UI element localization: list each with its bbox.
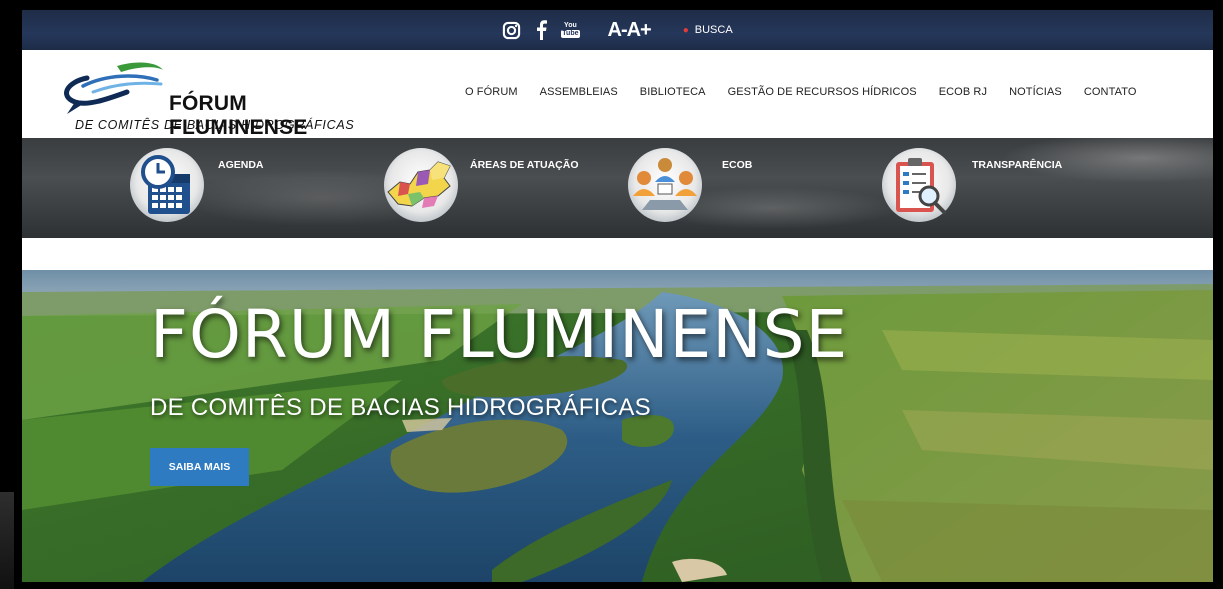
meeting-icon: [628, 148, 702, 222]
header-spacer: [22, 238, 1213, 271]
youtube-label-bottom: Tube: [561, 30, 580, 38]
font-increase-button[interactable]: A+: [627, 19, 652, 41]
map-icon: [384, 148, 458, 222]
main-nav: O FÓRUM ASSEMBLEIAS BIBLIOTECA GESTÃO DE…: [465, 86, 1136, 98]
hero-slider: FÓRUM FLUMINENSE DE COMITÊS DE BACIAS HI…: [22, 270, 1213, 582]
nav-item-contato[interactable]: CONTATO: [1084, 86, 1137, 98]
saiba-mais-button[interactable]: SAIBA MAIS: [150, 448, 249, 486]
feature-transparencia-label: TRANSPARÊNCIA: [972, 159, 1063, 171]
hero-subtitle: DE COMITÊS DE BACIAS HIDROGRÁFICAS: [150, 394, 651, 421]
background-window-edge: [0, 492, 14, 589]
youtube-label-top: You: [564, 22, 577, 29]
nav-item-noticias[interactable]: NOTÍCIAS: [1009, 86, 1062, 98]
logo-title: FÓRUM FLUMINENSE: [169, 92, 308, 139]
feature-agenda-label: AGENDA: [218, 159, 264, 171]
font-size-controls: A-A+: [608, 19, 652, 42]
logo-subtitle: DE COMITÊS DE BACIAS HIDROGRÁFICAS: [75, 118, 355, 132]
nav-item-biblioteca[interactable]: BIBLIOTECA: [640, 86, 706, 98]
search-label: BUSCA: [694, 24, 733, 36]
site-header: FÓRUM FLUMINENSE DE COMITÊS DE BACIAS HI…: [22, 50, 1213, 139]
nav-item-ecob-rj[interactable]: ECOB RJ: [939, 86, 987, 98]
instagram-icon[interactable]: [502, 21, 521, 40]
search-button[interactable]: ● BUSCA: [683, 24, 733, 36]
nav-item-o-forum[interactable]: O FÓRUM: [465, 86, 518, 98]
nav-item-gestao[interactable]: GESTÃO DE RECURSOS HÍDRICOS: [728, 86, 917, 98]
site-logo[interactable]: FÓRUM FLUMINENSE DE COMITÊS DE BACIAS HI…: [57, 56, 357, 139]
facebook-icon[interactable]: [535, 20, 548, 40]
font-decrease-button[interactable]: A-: [608, 19, 628, 41]
feature-band: AGENDA ÁREAS DE ATUAÇÃO ECOB TRANSPARÊNC…: [22, 138, 1213, 238]
nav-item-assembleias[interactable]: ASSEMBLEIAS: [540, 86, 618, 98]
web-page: You Tube A-A+ ● BUSCA FÓRUM FLUMINENSE D…: [22, 10, 1213, 582]
hero-title: FÓRUM FLUMINENSE: [150, 296, 849, 373]
youtube-icon[interactable]: You Tube: [561, 22, 580, 38]
logo-swoosh-icon: [64, 62, 163, 114]
calendar-clock-icon: [130, 148, 204, 222]
search-icon: ●: [682, 24, 689, 36]
feature-areas-label: ÁREAS DE ATUAÇÃO: [470, 159, 579, 171]
top-bar: You Tube A-A+ ● BUSCA: [22, 10, 1213, 50]
clipboard-search-icon: [882, 148, 956, 222]
feature-ecob-label: ECOB: [722, 159, 753, 171]
